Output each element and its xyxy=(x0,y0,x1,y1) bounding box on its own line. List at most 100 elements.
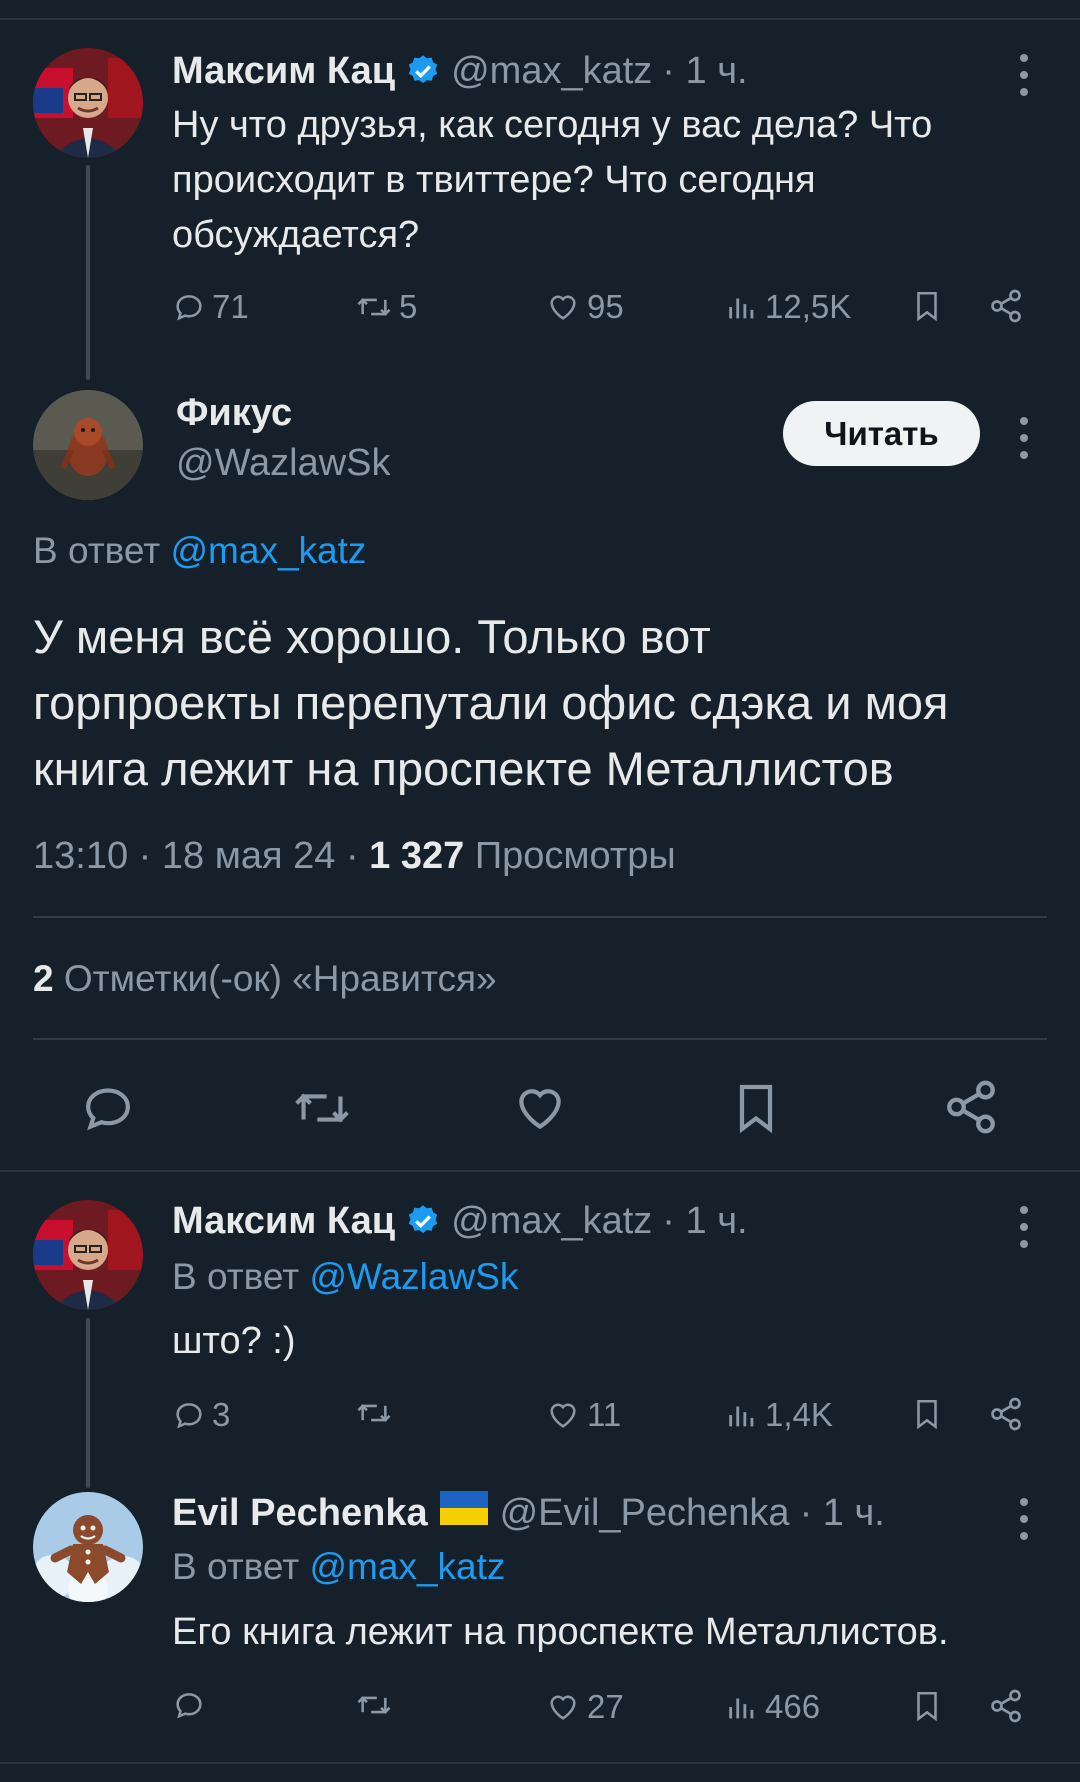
reply-context: В ответ @WazlawSk xyxy=(172,1256,518,1298)
follow-button[interactable]: Читать xyxy=(783,401,980,466)
tweet-text-line: горпроекты перепутали офис сдэка и моя xyxy=(33,676,949,729)
bookmark-button[interactable] xyxy=(910,1688,950,1724)
like-count: 11 xyxy=(587,1396,622,1433)
like-icon xyxy=(519,1089,561,1130)
like-button[interactable]: 11 xyxy=(545,1396,621,1434)
tweet-header: Максим Кац @max_katz · 1 ч. xyxy=(172,1196,748,1246)
reply-count: 3 xyxy=(212,1396,231,1433)
views-button[interactable]: 12,5K xyxy=(725,288,851,326)
more-icon[interactable] xyxy=(1018,1206,1030,1257)
author-name[interactable]: Evil Pechenka xyxy=(172,1492,428,1535)
avatar[interactable] xyxy=(33,1492,143,1602)
tweet-meta: 13:10 · 18 мая 24 · 1 327 Просмотры xyxy=(33,835,676,877)
tweet-time[interactable]: · 1 ч. xyxy=(800,1492,885,1535)
like-icon xyxy=(550,1695,576,1720)
views-icon xyxy=(729,1698,754,1719)
author-handle[interactable]: @WazlawSk xyxy=(176,442,391,485)
avatar-image xyxy=(33,1200,143,1310)
share-button[interactable] xyxy=(988,1688,1030,1724)
reply-icon xyxy=(176,1693,202,1719)
reply-icon xyxy=(176,1403,202,1429)
share-icon xyxy=(991,1397,1021,1431)
more-icon[interactable] xyxy=(1018,1498,1030,1549)
share-button[interactable] xyxy=(942,1078,1000,1141)
like-icon xyxy=(550,295,576,320)
divider xyxy=(33,1038,1047,1040)
reply-to-handle[interactable]: @max_katz xyxy=(171,530,367,571)
retweet-icon xyxy=(357,298,391,316)
views-count: 466 xyxy=(765,1688,821,1725)
bookmark-button[interactable] xyxy=(728,1078,784,1143)
avatar-image xyxy=(33,390,143,500)
retweet-button[interactable]: 5 xyxy=(355,288,417,326)
bookmark-icon xyxy=(917,291,937,322)
author-name[interactable]: Максим Кац xyxy=(172,50,395,93)
views-count: 1,4K xyxy=(765,1396,833,1433)
bookmark-icon xyxy=(739,1084,773,1134)
reply-prefix: В ответ xyxy=(33,530,161,571)
author-name[interactable]: Максим Кац xyxy=(172,1200,395,1243)
reply-to-handle[interactable]: @max_katz xyxy=(310,1546,506,1587)
like-icon xyxy=(550,1403,576,1428)
tweet-text-line: обсуждается? xyxy=(172,214,420,256)
share-button[interactable] xyxy=(988,288,1030,324)
retweet-icon xyxy=(357,1404,391,1422)
tweet-text: што? :) xyxy=(172,1320,296,1362)
more-icon[interactable] xyxy=(1018,417,1030,468)
views-button[interactable]: 466 xyxy=(725,1688,820,1726)
reply-context: В ответ @max_katz xyxy=(172,1546,505,1588)
reply-icon xyxy=(176,295,202,321)
reply-context: В ответ @max_katz xyxy=(33,530,366,572)
tweet-time[interactable]: · 1 ч. xyxy=(662,1200,747,1243)
views-label: Просмотры xyxy=(474,835,676,877)
likes-summary[interactable]: 2 Отметки(-ок) «Нравится» xyxy=(33,958,497,1000)
verified-badge-icon xyxy=(408,55,438,84)
retweet-button[interactable] xyxy=(355,1396,399,1430)
ukraine-flag-icon xyxy=(439,1491,488,1535)
avatar[interactable] xyxy=(33,1200,143,1310)
tweet-header: Evil Pechenka @Evil_Pechenka · 1 ч. xyxy=(172,1488,885,1538)
tweet-text-line: происходит в твиттере? Что сегодня xyxy=(172,159,816,201)
share-icon xyxy=(947,1080,995,1134)
avatar-image xyxy=(33,48,143,158)
like-button[interactable]: 95 xyxy=(545,288,624,326)
tweet-text-line: У меня всё хорошо. Только вот xyxy=(33,610,711,663)
retweet-button[interactable] xyxy=(292,1080,352,1141)
tweet-time[interactable]: · 1 ч. xyxy=(662,50,747,93)
retweet-button[interactable] xyxy=(355,1688,399,1722)
share-icon xyxy=(991,1689,1021,1723)
reply-icon xyxy=(86,1088,130,1131)
reply-button[interactable]: 3 xyxy=(172,1396,230,1434)
views-button[interactable]: 1,4K xyxy=(725,1396,833,1434)
divider xyxy=(33,916,1047,918)
tweet-text-line: Ну что друзья, как сегодня у вас дела? Ч… xyxy=(172,104,933,146)
bookmark-button[interactable] xyxy=(910,1396,950,1432)
author-handle[interactable]: @max_katz xyxy=(451,1200,652,1243)
avatar[interactable] xyxy=(33,390,143,500)
avatar[interactable] xyxy=(33,48,143,158)
tweet-text: Ну что друзья, как сегодня у вас дела? Ч… xyxy=(172,98,1052,263)
like-count: 27 xyxy=(587,1688,624,1725)
views-icon xyxy=(729,1406,754,1427)
tweet-text-line: книга лежит на проспекте Металлистов xyxy=(33,742,894,795)
reply-button[interactable]: 71 xyxy=(172,288,249,326)
bookmark-button[interactable] xyxy=(910,288,950,324)
share-icon xyxy=(991,289,1021,323)
reply-to-handle[interactable]: @WazlawSk xyxy=(310,1256,519,1297)
tweet-text: У меня всё хорошо. Только вот горпроекты… xyxy=(33,604,1053,802)
bottom-divider xyxy=(0,1762,1080,1764)
tweet-date[interactable]: 18 мая 24 xyxy=(162,835,336,877)
reply-button[interactable] xyxy=(80,1080,136,1141)
author-handle[interactable]: @Evil_Pechenka xyxy=(500,1492,790,1535)
author-name[interactable]: Фикус xyxy=(176,392,292,435)
retweet-count: 5 xyxy=(399,288,418,325)
views-count: 12,5K xyxy=(765,288,852,325)
top-divider xyxy=(0,18,1080,20)
tweet-time[interactable]: 13:10 xyxy=(33,835,128,877)
reply-button[interactable] xyxy=(172,1688,212,1722)
author-handle[interactable]: @max_katz xyxy=(451,50,652,93)
share-button[interactable] xyxy=(988,1396,1030,1432)
thread-line xyxy=(86,165,90,380)
like-button[interactable] xyxy=(512,1080,568,1141)
like-button[interactable]: 27 xyxy=(545,1688,624,1726)
